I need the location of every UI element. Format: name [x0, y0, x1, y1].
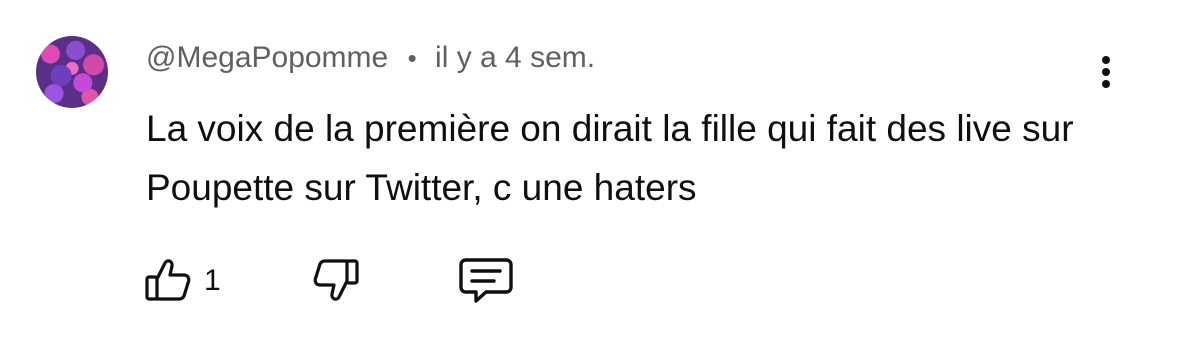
- timestamp: il y a 4 sem.: [435, 41, 596, 74]
- comment-text: La voix de la première on dirait la fill…: [146, 108, 1074, 208]
- like-count: 1: [204, 264, 221, 297]
- thumbs-up-icon: [145, 259, 191, 301]
- like-button[interactable]: 1: [142, 252, 221, 308]
- more-vertical-icon: [1102, 56, 1110, 88]
- comment-header: @MegaPopomme • il y a 4 sem.: [146, 41, 595, 75]
- comment-icon: [459, 258, 513, 303]
- author-name[interactable]: @MegaPopomme: [146, 41, 388, 74]
- comment-card: @MegaPopomme • il y a 4 sem. La voix de …: [0, 0, 1178, 338]
- dislike-button[interactable]: [312, 252, 362, 308]
- more-options-button[interactable]: [1092, 50, 1120, 94]
- avatar[interactable]: [36, 36, 108, 108]
- thumbs-down-icon: [313, 259, 359, 301]
- separator-dot: •: [407, 43, 417, 73]
- reply-button[interactable]: [458, 252, 514, 308]
